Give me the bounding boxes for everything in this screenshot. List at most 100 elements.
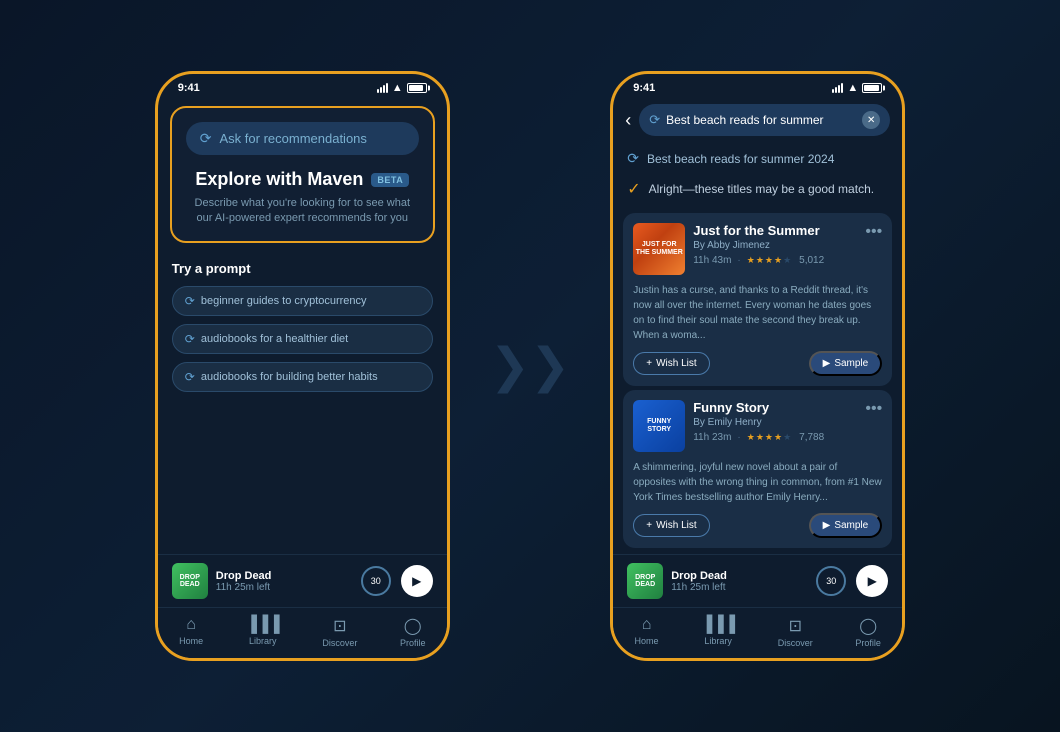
nav-discover-label-left: Discover (322, 638, 357, 648)
dot-separator-1: · (737, 255, 740, 266)
nav-profile-right[interactable]: ◯ Profile (855, 616, 881, 648)
try-prompt-section: Try a prompt ⟳ beginner guides to crypto… (158, 251, 447, 410)
wish-list-plus-2: + (646, 520, 652, 531)
player-time-left: 11h 25m left (216, 582, 361, 593)
dot-separator-2: · (737, 432, 740, 443)
wish-list-button-2[interactable]: + Wish List (633, 514, 709, 537)
player-bar-right: DROP DEAD Drop Dead 11h 25m left 30 ▶ (613, 554, 902, 607)
search-bar-right[interactable]: ⟳ Best beach reads for summer ✕ (639, 104, 890, 136)
star-2-5: ★ (783, 432, 791, 443)
prompt-chip-3[interactable]: ⟳ audiobooks for building better habits (172, 362, 433, 392)
prompt-chip-text-2: audiobooks for a healthier diet (201, 333, 348, 345)
replay-button-left[interactable]: 30 (361, 566, 391, 596)
right-phone: 9:41 ▲ ‹ ⟳ Best beach reads for summer ✕ (610, 71, 905, 661)
search-icon-right: ⟳ (649, 112, 660, 128)
nav-home-label-right: Home (635, 636, 659, 646)
player-controls-left: 30 ▶ (361, 565, 433, 597)
sample-button-1[interactable]: ▶ Sample (809, 351, 883, 376)
transition-chevron: ❯❯ (490, 338, 570, 394)
sample-play-icon-2: ▶ (823, 520, 831, 531)
maven-description: Describe what you're looking for to see … (186, 196, 419, 227)
battery-icon-right (862, 83, 882, 93)
star-1-5: ★ (783, 255, 791, 266)
book-card-2: FUNNY STORY Funny Story By Emily Henry 1… (623, 390, 892, 548)
beta-badge: BETA (371, 173, 409, 187)
discover-icon-right: ⊡ (789, 616, 802, 636)
nav-profile-left[interactable]: ◯ Profile (400, 616, 426, 648)
wish-list-button-1[interactable]: + Wish List (633, 352, 709, 375)
star-1-1: ★ (747, 255, 755, 266)
nav-discover-left[interactable]: ⊡ Discover (322, 616, 357, 648)
nav-library-label-left: Library (249, 636, 277, 646)
signal-icon-right (832, 83, 843, 93)
nav-library-right[interactable]: ▐▐▐ Library (701, 616, 735, 648)
suggestion-icon: ⟳ (627, 150, 639, 167)
back-button[interactable]: ‹ (625, 110, 631, 131)
clear-search-button[interactable]: ✕ (862, 111, 880, 129)
player-time-right: 11h 25m left (671, 582, 816, 593)
nav-home-right[interactable]: ⌂ Home (635, 616, 659, 648)
nav-library-left[interactable]: ▐▐▐ Library (246, 616, 280, 648)
book-more-1[interactable]: ••• (865, 223, 882, 241)
try-prompt-title: Try a prompt (172, 261, 433, 276)
nav-library-label-right: Library (704, 636, 732, 646)
book-more-2[interactable]: ••• (865, 400, 882, 418)
sample-button-2[interactable]: ▶ Sample (809, 513, 883, 538)
book-cover-1: JUST FOR THE SUMMER (633, 223, 685, 275)
check-icon: ✓ (627, 179, 640, 199)
nav-discover-right[interactable]: ⊡ Discover (778, 616, 813, 648)
nav-home-label-left: Home (179, 636, 203, 646)
maven-search-bar[interactable]: ⟳ Ask for recommendations (186, 122, 419, 155)
library-icon-right: ▐▐▐ (701, 616, 735, 634)
book-actions-2: + Wish List ▶ Sample (633, 513, 882, 538)
maven-search-icon: ⟳ (200, 130, 212, 147)
book-duration-1: 11h 43m (693, 255, 731, 266)
nav-profile-label-right: Profile (855, 638, 881, 648)
player-info-right: Drop Dead 11h 25m left (671, 570, 816, 593)
player-title-right: Drop Dead (671, 570, 816, 582)
prompt-chip-1[interactable]: ⟳ beginner guides to cryptocurrency (172, 286, 433, 316)
prompt-chip-2[interactable]: ⟳ audiobooks for a healthier diet (172, 324, 433, 354)
status-time-left: 9:41 (178, 82, 200, 94)
nav-home-left[interactable]: ⌂ Home (179, 616, 203, 648)
library-icon-left: ▐▐▐ (246, 616, 280, 634)
discover-icon-left: ⊡ (333, 616, 346, 636)
player-cover-right: DROP DEAD (627, 563, 663, 599)
nav-bar-left: ⌂ Home ▐▐▐ Library ⊡ Discover ◯ Profile (158, 607, 447, 658)
wish-list-label-1: Wish List (656, 358, 697, 369)
nav-bar-right: ⌂ Home ▐▐▐ Library ⊡ Discover ◯ Profile (613, 607, 902, 658)
books-scroll-area[interactable]: JUST FOR THE SUMMER Just for the Summer … (613, 209, 902, 554)
home-icon-right: ⌂ (642, 616, 652, 634)
maven-title-row: Explore with Maven BETA (186, 169, 419, 190)
star-1-2: ★ (756, 255, 764, 266)
player-bar-left: DROP DEAD Drop Dead 11h 25m left 30 ▶ (158, 554, 447, 607)
book-cover-2: FUNNY STORY (633, 400, 685, 452)
book-author-1: By Abby Jimenez (693, 240, 857, 251)
replay-label-left: 30 (371, 576, 381, 586)
replay-label-right: 30 (826, 576, 836, 586)
prompt-chip-icon-2: ⟳ (185, 332, 195, 346)
maven-section: ⟳ Ask for recommendations Explore with M… (170, 106, 435, 243)
wish-list-label-2: Wish List (656, 520, 697, 531)
book-duration-2: 11h 23m (693, 432, 731, 443)
book-card-1-header: JUST FOR THE SUMMER Just for the Summer … (633, 223, 882, 275)
book-actions-1: + Wish List ▶ Sample (633, 351, 882, 376)
battery-icon (407, 83, 427, 93)
search-header: ‹ ⟳ Best beach reads for summer ✕ (613, 98, 902, 142)
home-icon-left: ⌂ (186, 616, 196, 634)
profile-icon-right: ◯ (859, 616, 877, 636)
sample-label-1: Sample (834, 358, 868, 369)
play-button-right[interactable]: ▶ (856, 565, 888, 597)
wifi-icon-right: ▲ (847, 82, 858, 94)
replay-button-right[interactable]: 30 (816, 566, 846, 596)
player-title-left: Drop Dead (216, 570, 361, 582)
nav-discover-label-right: Discover (778, 638, 813, 648)
book-stars-1: ★ ★ ★ ★ ★ (747, 255, 791, 266)
suggestion-row[interactable]: ⟳ Best beach reads for summer 2024 (613, 142, 902, 175)
book-stars-2: ★ ★ ★ ★ ★ (747, 432, 791, 443)
book-author-2: By Emily Henry (693, 417, 857, 428)
wish-list-plus-1: + (646, 358, 652, 369)
play-button-left[interactable]: ▶ (401, 565, 433, 597)
player-info-left: Drop Dead 11h 25m left (216, 570, 361, 593)
status-icons-left: ▲ (377, 82, 427, 94)
